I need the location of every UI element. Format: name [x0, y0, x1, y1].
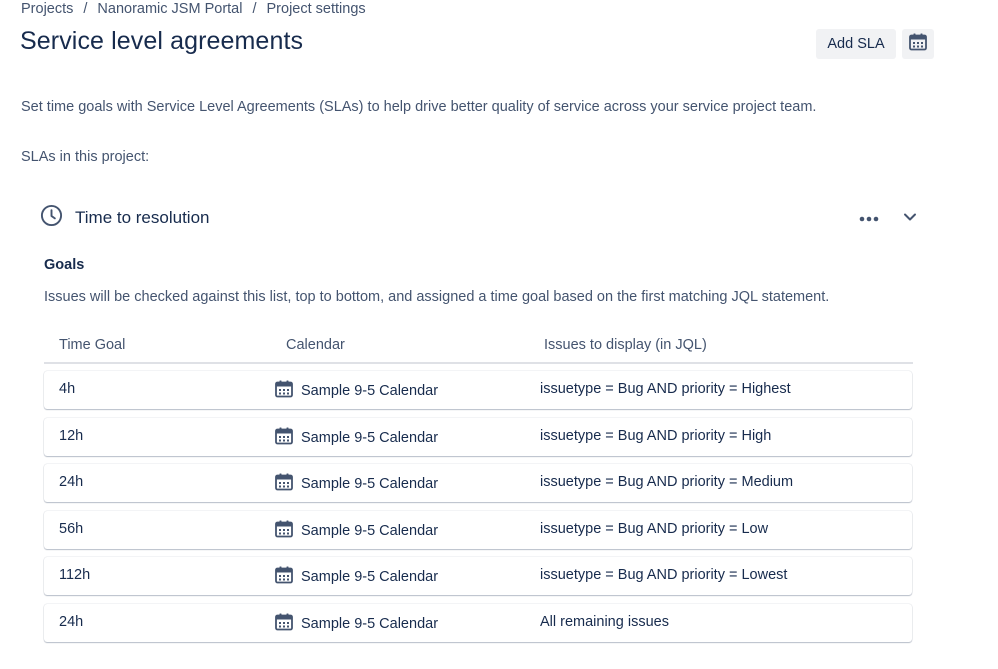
jql-condition: issuetype = Bug AND priority = Lowest: [540, 567, 788, 583]
table-header-divider: [44, 362, 913, 364]
collapse-button[interactable]: [900, 208, 920, 228]
time-goal: 24h: [59, 474, 84, 490]
calendar-cell: Sample 9-5 Calendar: [274, 519, 438, 543]
table-row[interactable]: 24h Sample 9-5 Calendar issuetype = Bug …: [44, 464, 912, 502]
jql-condition: issuetype = Bug AND priority = Highest: [540, 381, 791, 397]
table-row[interactable]: 24h Sample 9-5 Calendar All remaining is…: [44, 604, 912, 642]
calendar-cell: Sample 9-5 Calendar: [274, 379, 438, 403]
add-sla-button[interactable]: Add SLA: [816, 29, 896, 59]
breadcrumb-projects[interactable]: Projects: [21, 1, 73, 17]
table-row[interactable]: 12h Sample 9-5 Calendar issuetype = Bug …: [44, 418, 912, 456]
calendar-cell: Sample 9-5 Calendar: [274, 565, 438, 589]
breadcrumb: Projects / Nanoramic JSM Portal / Projec…: [21, 0, 366, 18]
table-row[interactable]: 4h Sample 9-5 Calendar issuetype = Bug A…: [44, 371, 912, 409]
sla-name: Time to resolution: [75, 208, 210, 227]
column-header-time-goal: Time Goal: [59, 337, 126, 353]
page-title: Service level agreements: [20, 27, 304, 55]
chevron-down-icon: [903, 209, 917, 227]
calendar-button[interactable]: [902, 29, 934, 59]
calendar-icon: [274, 472, 301, 496]
time-goal: 12h: [59, 428, 84, 444]
jql-condition: issuetype = Bug AND priority = Low: [540, 521, 769, 537]
calendar-icon: [908, 32, 928, 57]
calendar-name: Sample 9-5 Calendar: [301, 430, 439, 446]
jql-condition: issuetype = Bug AND priority = High: [540, 428, 772, 444]
time-goal: 112h: [59, 567, 91, 583]
more-icon: [859, 209, 879, 227]
time-goal: 4h: [59, 381, 76, 397]
calendar-name: Sample 9-5 Calendar: [301, 616, 439, 632]
calendar-cell: Sample 9-5 Calendar: [274, 472, 438, 496]
breadcrumb-project[interactable]: Nanoramic JSM Portal: [97, 1, 242, 17]
calendar-icon: [274, 379, 301, 403]
calendar-cell: Sample 9-5 Calendar: [274, 426, 438, 450]
calendar-name: Sample 9-5 Calendar: [301, 383, 439, 399]
table-row[interactable]: 112h Sample 9-5 Calendar issuetype = Bug…: [44, 557, 912, 595]
table-row[interactable]: 56h Sample 9-5 Calendar issuetype = Bug …: [44, 511, 912, 549]
jql-condition: issuetype = Bug AND priority = Medium: [540, 474, 794, 490]
calendar-icon: [274, 612, 301, 636]
calendar-icon: [274, 565, 301, 589]
column-header-jql: Issues to display (in JQL): [544, 337, 707, 353]
calendar-name: Sample 9-5 Calendar: [301, 523, 439, 539]
calendar-name: Sample 9-5 Calendar: [301, 476, 439, 492]
intro-text: Set time goals with Service Level Agreem…: [21, 99, 817, 115]
calendar-icon: [274, 426, 301, 450]
time-goal: 24h: [59, 614, 84, 630]
calendar-cell: Sample 9-5 Calendar: [274, 612, 438, 636]
clock-icon: [40, 204, 75, 232]
calendar-icon: [274, 519, 301, 543]
slas-label: SLAs in this project:: [21, 149, 150, 165]
sla-header: Time to resolution: [40, 204, 210, 232]
jql-condition: All remaining issues: [540, 614, 669, 630]
column-header-calendar: Calendar: [286, 337, 345, 353]
time-goal: 56h: [59, 521, 84, 537]
goals-description: Issues will be checked against this list…: [44, 289, 830, 305]
more-actions-button[interactable]: [855, 207, 883, 229]
breadcrumb-project-settings[interactable]: Project settings: [267, 1, 366, 17]
calendar-name: Sample 9-5 Calendar: [301, 569, 439, 585]
breadcrumb-separator: /: [252, 1, 257, 17]
breadcrumb-separator: /: [83, 1, 88, 17]
goals-heading: Goals: [44, 257, 85, 273]
